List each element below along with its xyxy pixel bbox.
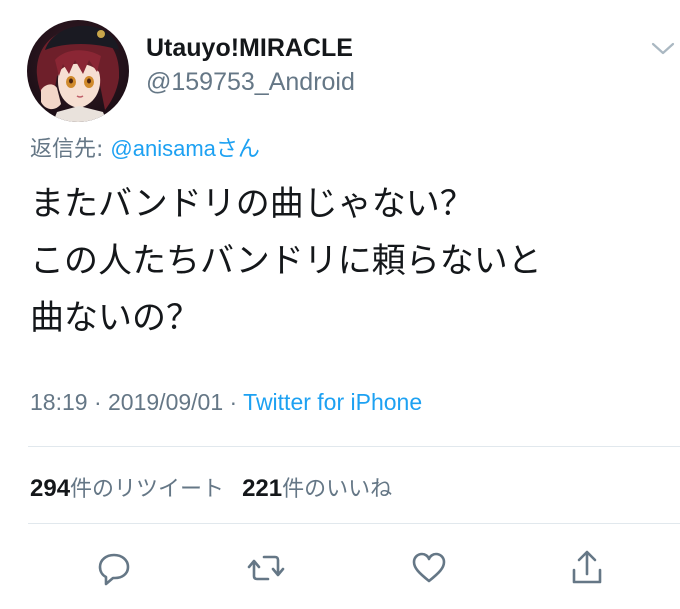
reply-suffix: さん — [215, 137, 260, 162]
divider — [28, 523, 680, 524]
retweet-button[interactable] — [246, 548, 286, 588]
user-handle[interactable]: @159753_Android — [146, 68, 355, 97]
reply-context: 返信先: @anisamaさん — [30, 131, 260, 163]
avatar[interactable] — [27, 20, 129, 122]
likes-label: 件のいいね — [282, 477, 393, 502]
likes-stat[interactable]: 221件のいいね — [242, 475, 393, 502]
tweet-stats: 294件のリツイート 221件のいいね — [30, 471, 392, 503]
chevron-down-icon[interactable] — [650, 38, 676, 58]
reply-user-link[interactable]: @anisama — [110, 136, 216, 161]
heart-icon — [412, 552, 446, 583]
retweets-count: 294 — [30, 475, 71, 502]
divider — [28, 446, 680, 447]
tweet-source[interactable]: Twitter for iPhone — [243, 389, 422, 415]
retweets-stat[interactable]: 294件のリツイート — [30, 475, 225, 502]
likes-count: 221 — [242, 475, 283, 502]
reply-icon — [98, 553, 130, 586]
avatar-image — [36, 25, 120, 122]
share-icon — [572, 550, 602, 584]
action-bar — [0, 548, 680, 592]
reply-button[interactable] — [94, 548, 134, 588]
retweet-icon — [247, 555, 285, 581]
share-button[interactable] — [567, 548, 607, 588]
meta-separator: · — [87, 389, 109, 415]
user-display-name[interactable]: Utauyo!MIRACLE — [146, 34, 353, 63]
meta-separator: · — [223, 389, 244, 415]
like-button[interactable] — [409, 548, 449, 588]
tweet-date[interactable]: 2019/09/01 — [108, 389, 223, 415]
tweet-text: またバンドリの曲じゃない？ この人たちバンドリに頼らないと 曲ないの？ — [30, 184, 542, 338]
tweet-meta: 18:19 · 2019/09/01 · Twitter for iPhone — [30, 389, 422, 416]
tweet-time[interactable]: 18:19 — [30, 389, 88, 415]
tweet: Utauyo!MIRACLE @159753_Android 返信先: @ani… — [0, 0, 680, 609]
retweets-label: 件のリツイート — [70, 477, 225, 502]
reply-prefix: 返信先: — [30, 137, 111, 162]
